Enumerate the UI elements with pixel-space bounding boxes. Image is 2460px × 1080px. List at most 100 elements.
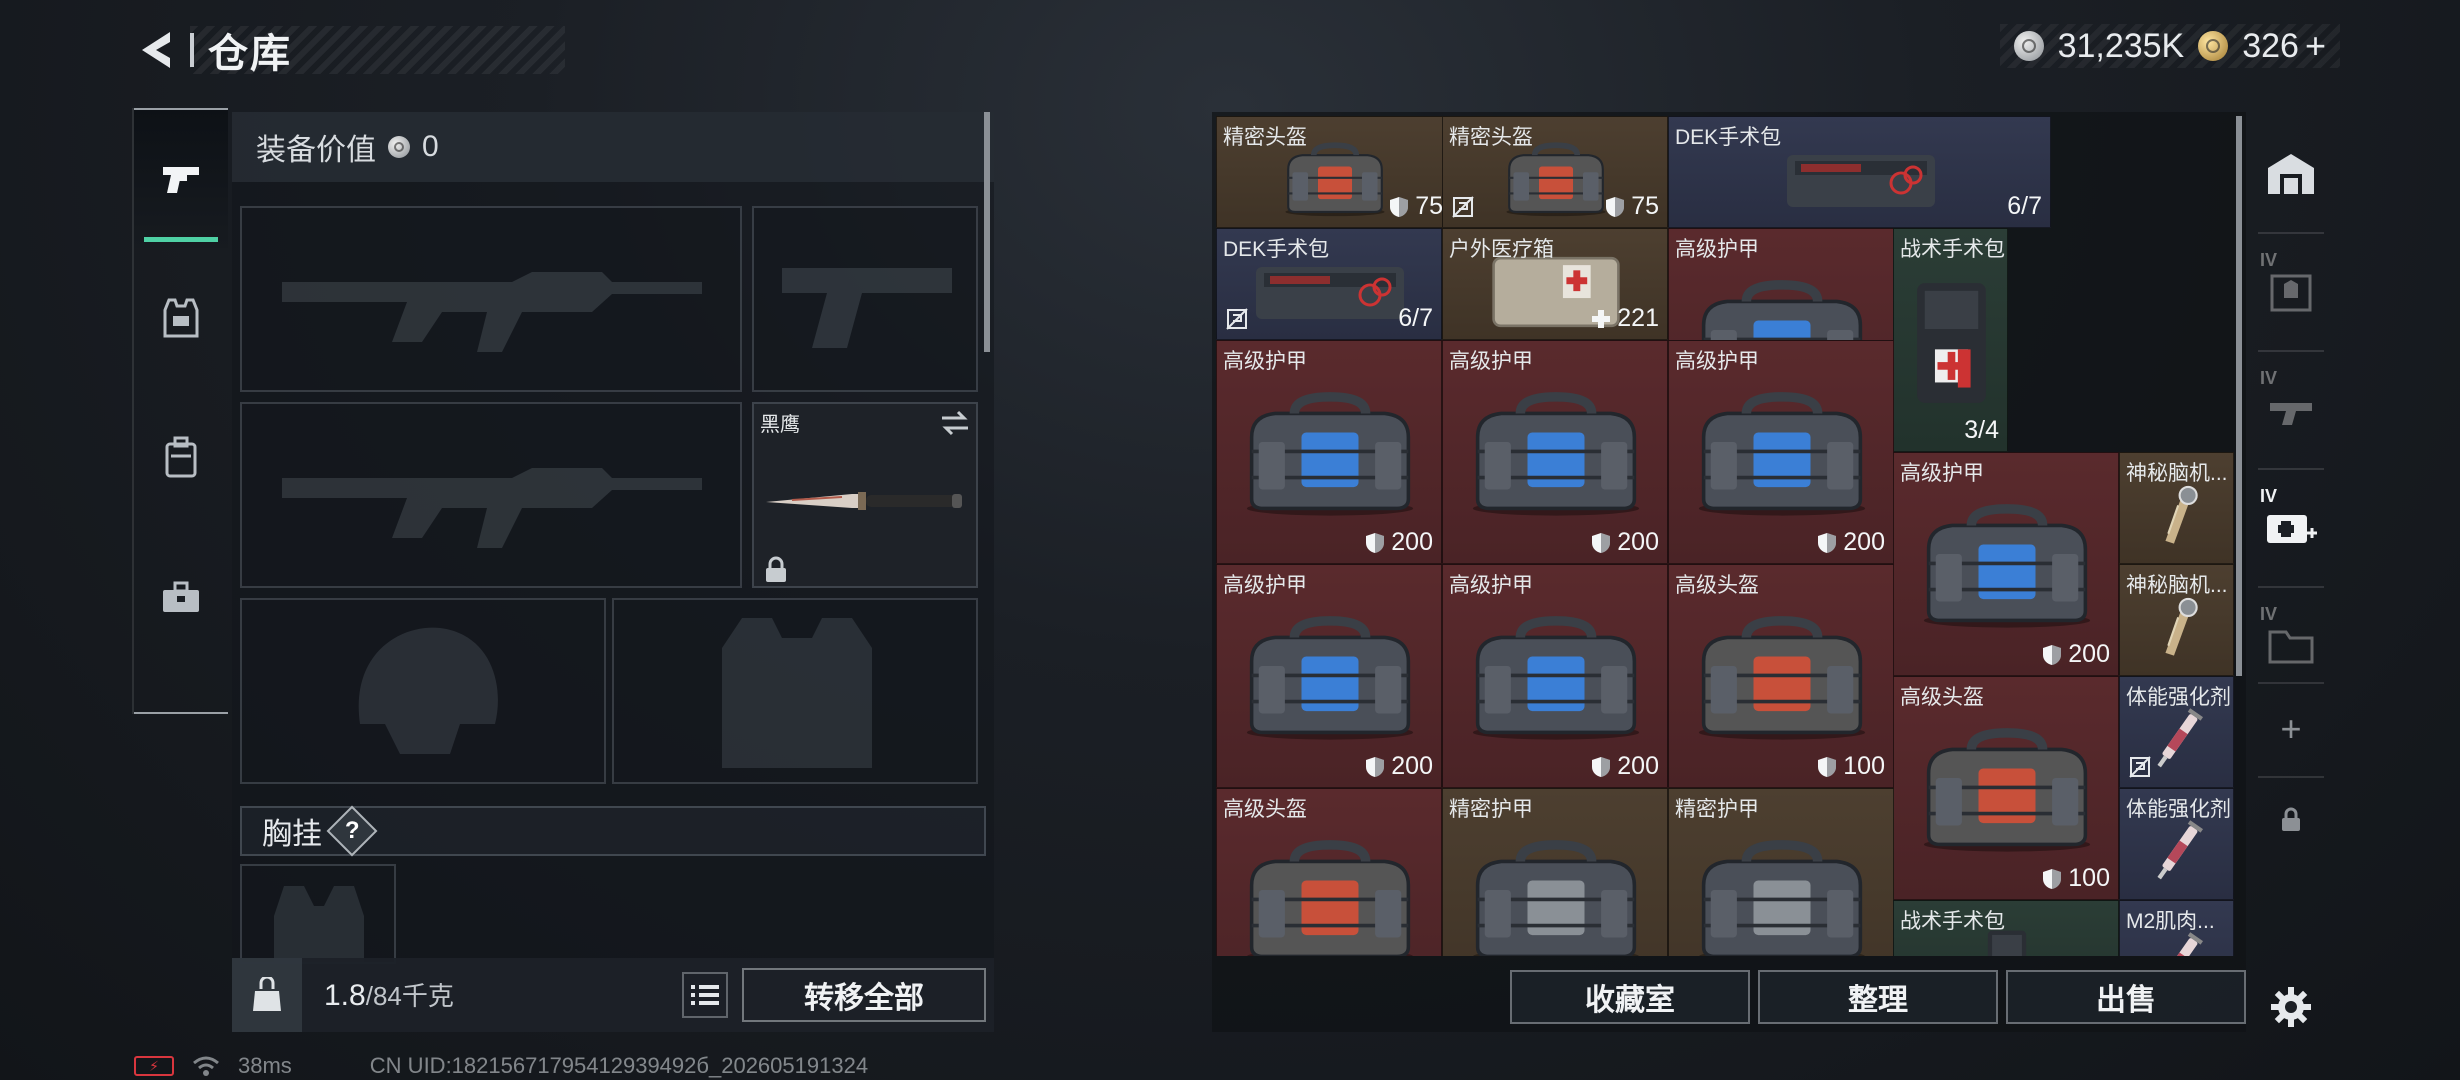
sell-button[interactable]: 出售 <box>2006 970 2246 1024</box>
warehouse-item[interactable]: 精密护甲 <box>1442 788 1668 956</box>
storage-armor-tab[interactable]: IV <box>2250 236 2332 346</box>
pistol-icon <box>163 167 199 193</box>
add-currency-button[interactable]: + <box>2305 25 2326 67</box>
equipment-footer: 1.8/84千克 转移全部 <box>232 958 994 1032</box>
warehouse-item[interactable]: 高级头盔 <box>1216 788 1442 956</box>
list-view-button[interactable] <box>682 972 728 1018</box>
warehouse-item[interactable]: 体能强化剂 <box>2119 676 2234 788</box>
armor-bag-blue-icon <box>1687 385 1877 530</box>
toolbox-icon <box>163 581 199 612</box>
top-bar: 仓库 31,235K 326 + <box>0 0 2460 100</box>
item-name: 高级护甲 <box>1675 350 1759 373</box>
item-value: 200 <box>1365 528 1433 557</box>
settings-button[interactable] <box>2250 972 2332 1042</box>
warehouse-item[interactable]: 精密护甲 <box>1668 788 1894 956</box>
tab-armor[interactable] <box>134 248 228 388</box>
warehouse-item[interactable]: 高级护甲 200 <box>1216 564 1442 788</box>
swap-icon[interactable] <box>940 410 970 436</box>
item-value: 3/4 <box>1964 416 1999 444</box>
tab-pouch[interactable] <box>134 528 228 668</box>
weapon-box-icon <box>2270 403 2312 425</box>
no-insurance-icon <box>1225 307 1249 331</box>
primary-weapon-slot[interactable] <box>240 206 742 392</box>
warehouse-item[interactable]: 高级护甲 200 <box>1668 340 1894 564</box>
warehouse-item[interactable]: 精密头盔 75 <box>1442 116 1668 228</box>
armor-bag-blue-icon <box>1235 385 1425 530</box>
item-name: 精密护甲 <box>1675 798 1759 821</box>
melee-slot[interactable]: 黑鹰 <box>752 402 978 588</box>
pistol-silhouette-icon <box>782 268 952 348</box>
item-name: 战术手术包 <box>1900 910 2005 933</box>
chest-rig-slot[interactable] <box>240 864 396 964</box>
secondary-weapon-slot[interactable] <box>240 402 742 588</box>
storage-main-tab[interactable] <box>2250 118 2332 228</box>
warehouse-item[interactable]: 战术手术包 3/4 <box>1893 228 2008 452</box>
item-value: 100 <box>2042 864 2110 893</box>
tactical-kit-icon <box>1904 273 1999 418</box>
item-name: 高级护甲 <box>1675 238 1759 261</box>
warehouse-icon <box>2268 154 2314 194</box>
tab-backpack[interactable] <box>134 388 228 528</box>
item-name: 高级护甲 <box>1223 350 1307 373</box>
back-button[interactable] <box>128 22 188 78</box>
weight-icon-button[interactable] <box>232 958 302 1032</box>
organize-button[interactable]: 整理 <box>1758 970 1998 1024</box>
equipment-panel: 装备价值 0 黑鹰 胸挂 ? <box>232 112 994 1032</box>
status-bar: ⚡ 38ms CN UID:18215671795412939492б_2026… <box>134 1052 868 1080</box>
warehouse-item[interactable]: 战术手术包 <box>1893 900 2119 956</box>
helmet-bag-red-icon <box>1687 609 1877 754</box>
warehouse-item[interactable]: 高级头盔 100 <box>1893 676 2119 900</box>
chest-rig-label: 胸挂 <box>262 818 322 851</box>
item-name: 高级头盔 <box>1900 686 1984 709</box>
warehouse-item[interactable]: 高级护甲 200 <box>1216 340 1442 564</box>
warehouse-item[interactable]: 户外医疗箱 221 <box>1442 228 1668 340</box>
silver-coin-icon <box>2013 31 2044 61</box>
warehouse-item[interactable]: 精密头盔 75 <box>1216 116 1452 228</box>
transfer-all-button[interactable]: 转移全部 <box>742 968 986 1022</box>
warehouse-item[interactable]: 神秘脑机... <box>2119 452 2234 564</box>
pistol-slot[interactable] <box>752 206 978 392</box>
item-name: 高级护甲 <box>1223 574 1307 597</box>
help-button[interactable]: ? <box>326 805 378 857</box>
collection-room-button[interactable]: 收藏室 <box>1510 970 1750 1024</box>
warehouse-grid: 精密头盔 75 精密头盔 75 DEK手术包 6/7 DEK手术包 6/7 户外医疗箱 221 … <box>1216 116 2234 956</box>
warehouse-item[interactable]: 神秘脑机... <box>2119 564 2234 676</box>
warehouse-panel: 精密头盔 75 精密头盔 75 DEK手术包 6/7 DEK手术包 6/7 户外医疗箱 221 … <box>1212 112 2246 1032</box>
equipment-scrollbar[interactable] <box>984 112 990 352</box>
item-name: DEK手术包 <box>1675 126 1782 149</box>
locked-storage-tab[interactable] <box>2250 780 2332 860</box>
uid-text: CN UID:18215671795412939492б_20260519132… <box>369 1053 869 1078</box>
equipment-value-header: 装备价值 0 <box>232 112 994 182</box>
storage-medical-tab[interactable]: IV <box>2250 472 2332 582</box>
warehouse-item[interactable]: M2肌肉... <box>2119 900 2234 956</box>
rifle-silhouette-icon <box>282 468 702 548</box>
warehouse-item[interactable]: 高级护甲 200 <box>1442 340 1668 564</box>
warehouse-scrollbar[interactable] <box>2236 116 2242 676</box>
warehouse-item[interactable]: DEK手术包 6/7 <box>1216 228 1442 340</box>
warehouse-item[interactable]: 高级护甲 200 <box>1893 452 2119 676</box>
helmet-slot[interactable] <box>240 598 606 784</box>
item-name: 体能强化剂 <box>2126 686 2231 709</box>
surgery-kit-icon <box>1781 141 1941 224</box>
armor-slot[interactable] <box>612 598 978 784</box>
item-name: 高级护甲 <box>1449 574 1533 597</box>
add-storage-tab[interactable]: + <box>2250 686 2332 772</box>
item-name: 户外医疗箱 <box>1449 238 1554 261</box>
no-insurance-icon <box>2128 755 2152 779</box>
warehouse-item[interactable]: 高级护甲 200 <box>1442 564 1668 788</box>
warehouse-item[interactable]: 高级头盔 100 <box>1668 564 1894 788</box>
item-value: 75 <box>1389 192 1443 221</box>
warehouse-item[interactable]: DEK手术包 6/7 <box>1668 116 2051 228</box>
item-value: 221 <box>1591 304 1659 333</box>
item-name: 精密头盔 <box>1223 126 1307 149</box>
item-name: 神秘脑机... <box>2126 462 2228 485</box>
battery-icon: ⚡ <box>134 1056 174 1076</box>
neural-device-icon <box>2130 477 2225 560</box>
armor-bag-blue-icon <box>1461 609 1651 754</box>
item-name: 战术手术包 <box>1900 238 2005 261</box>
item-name: 高级护甲 <box>1900 462 1984 485</box>
tab-weapons[interactable] <box>134 108 228 248</box>
item-name: M2肌肉... <box>2126 910 2215 933</box>
warehouse-item[interactable]: 体能强化剂 <box>2119 788 2234 900</box>
storage-weapon-tab[interactable]: IV <box>2250 354 2332 464</box>
